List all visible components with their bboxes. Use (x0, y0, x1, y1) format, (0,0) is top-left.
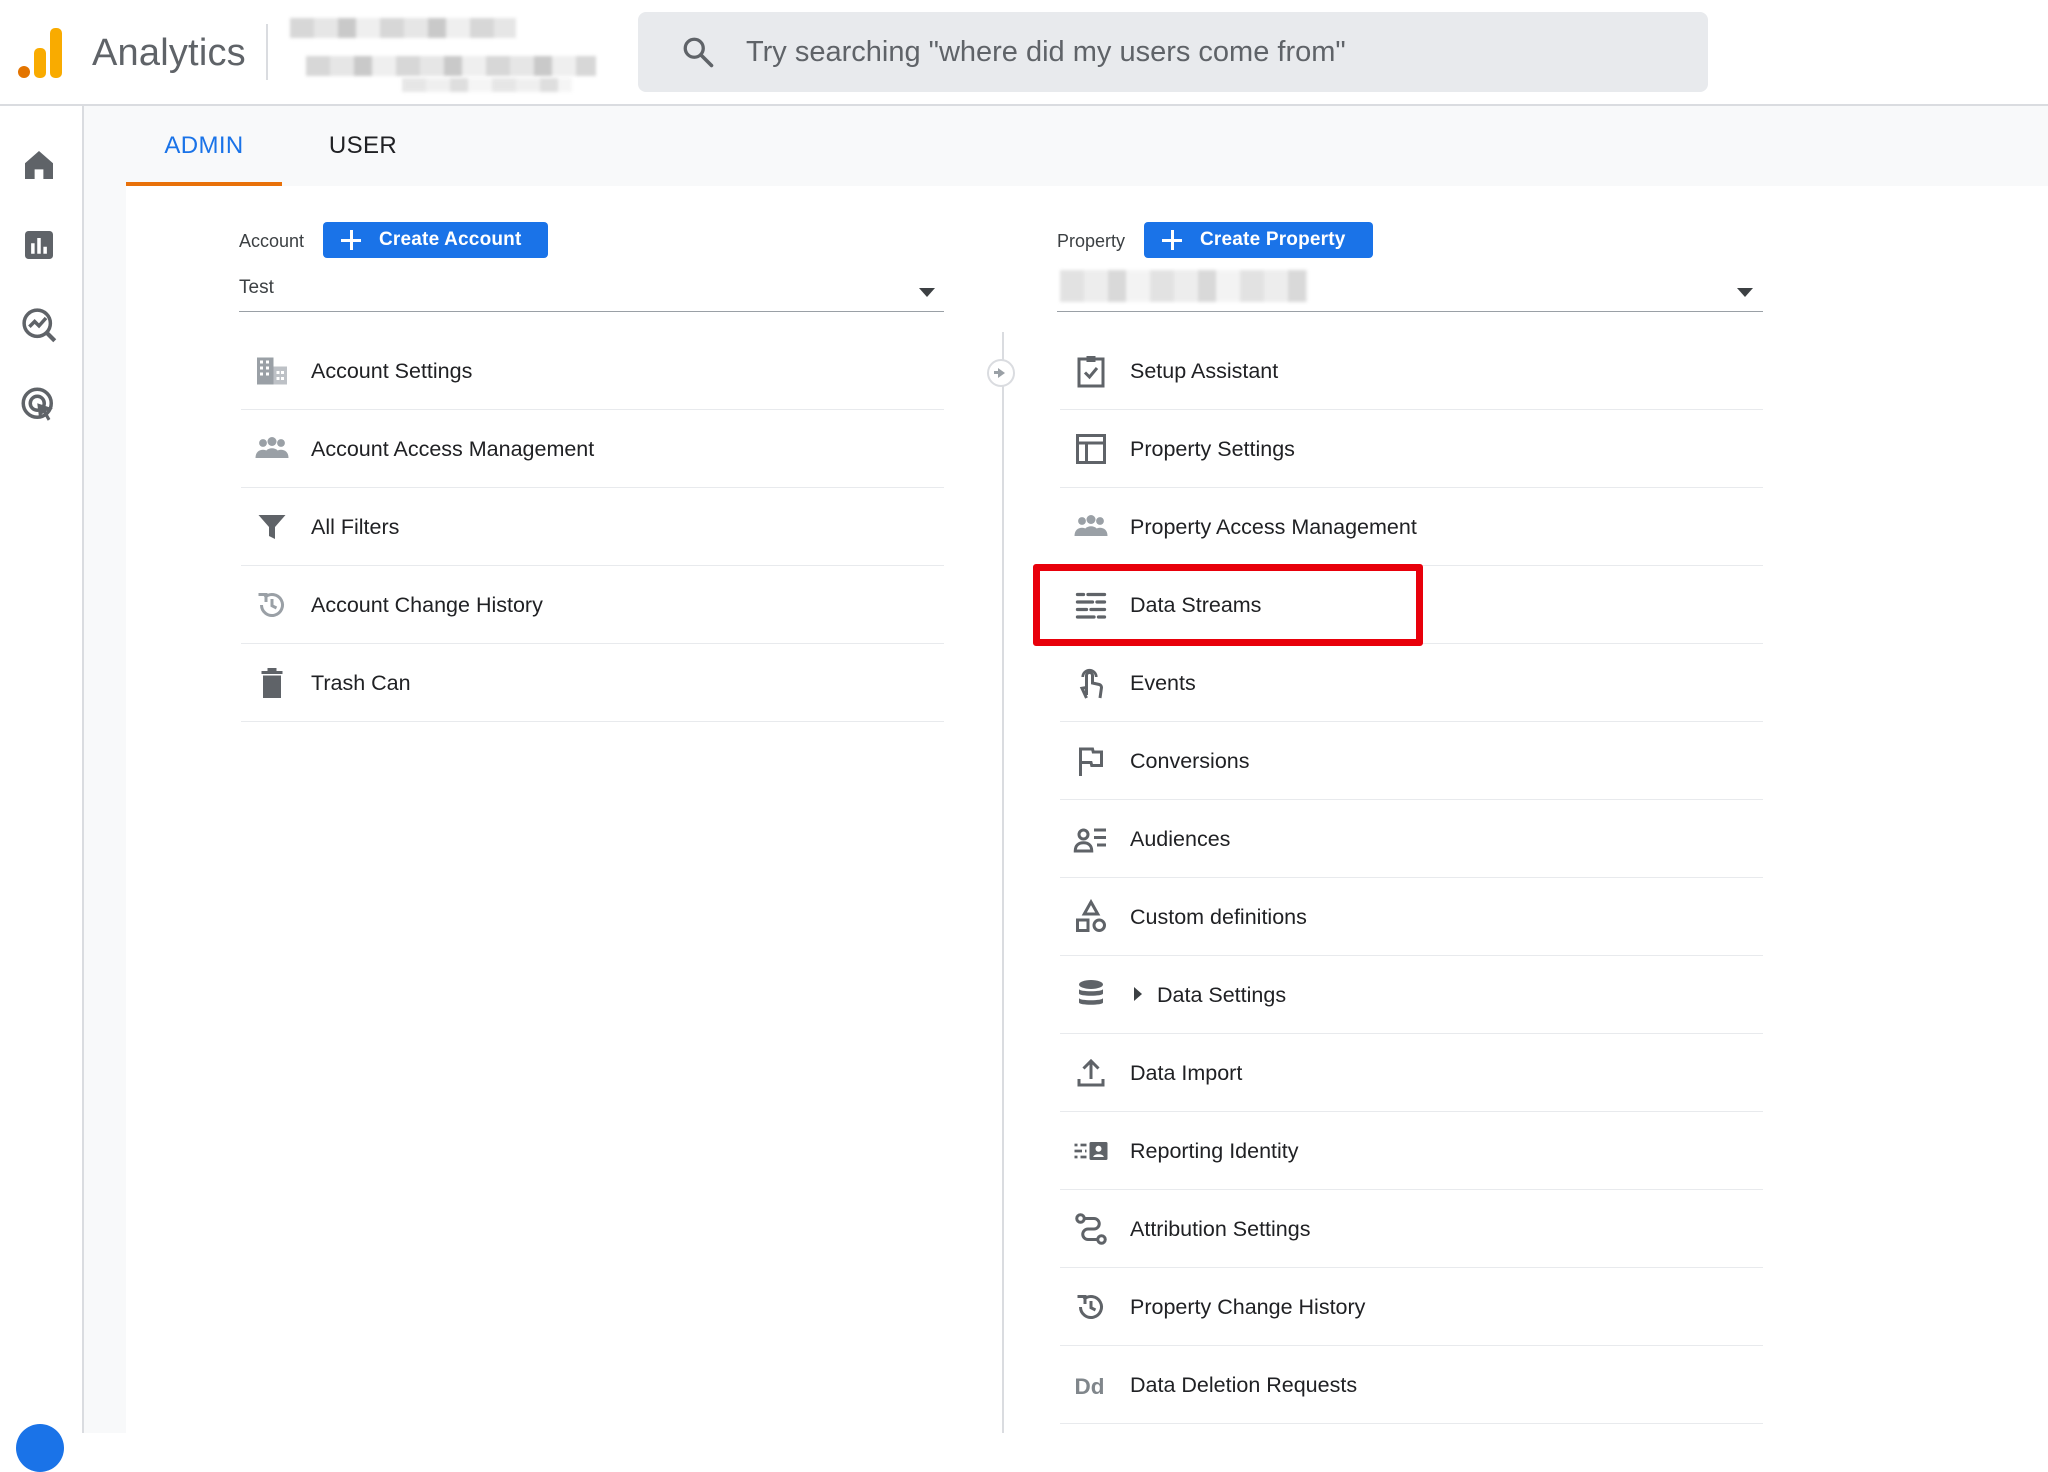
account-menu: Account Settings Account Access Manageme… (241, 332, 944, 722)
menu-item-label: Events (1130, 671, 1196, 695)
reports-icon[interactable] (18, 224, 60, 266)
expand-arrow-icon[interactable] (1134, 987, 1142, 1001)
property-menu-item-attribution-settings[interactable]: Attribution Settings (1060, 1190, 1763, 1268)
account-menu-item-settings[interactable]: Account Settings (241, 332, 944, 410)
dd-icon: Dd (1072, 1367, 1110, 1403)
home-icon[interactable] (18, 144, 60, 186)
account-menu-item-all-filters[interactable]: All Filters (241, 488, 944, 566)
redacted-text (402, 78, 572, 92)
menu-item-label: Custom definitions (1130, 905, 1307, 929)
people-icon (253, 431, 291, 467)
menu-item-label: Data Deletion Requests (1130, 1373, 1358, 1397)
tab-admin[interactable]: ADMIN (126, 106, 282, 186)
property-menu-item-access-management[interactable]: Property Access Management (1060, 488, 1763, 566)
top-bar: Analytics Try searching "where did my us… (0, 0, 2048, 106)
menu-item-label: Setup Assistant (1130, 359, 1279, 383)
create-account-button[interactable]: Create Account (323, 222, 548, 258)
account-menu-item-trash-can[interactable]: Trash Can (241, 644, 944, 722)
property-menu-item-audiences[interactable]: Audiences (1060, 800, 1763, 878)
search-icon (680, 34, 716, 70)
plus-icon (1162, 230, 1182, 250)
property-menu-item-data-deletion-requests[interactable]: Dd Data Deletion Requests (1060, 1346, 1763, 1424)
database-icon (1072, 977, 1110, 1013)
menu-item-label: Trash Can (311, 671, 411, 695)
account-menu-item-access-management[interactable]: Account Access Management (241, 410, 944, 488)
user-avatar[interactable] (16, 1424, 64, 1472)
property-menu: Setup Assistant Property Settings Proper… (1060, 332, 1763, 1424)
checklist-icon (1072, 353, 1110, 389)
left-nav-rail (0, 106, 84, 1472)
create-account-label: Create Account (379, 229, 522, 250)
property-menu-item-change-history[interactable]: Property Change History (1060, 1268, 1763, 1346)
content-gutter (84, 186, 126, 1433)
title-divider (266, 24, 268, 80)
layout-icon (1072, 431, 1110, 467)
chevron-down-icon (1737, 288, 1753, 297)
redacted-account-name[interactable] (290, 18, 516, 38)
history-icon (1072, 1289, 1110, 1325)
menu-item-label: Data Streams (1130, 593, 1262, 617)
property-menu-item-reporting-identity[interactable]: Reporting Identity (1060, 1112, 1763, 1190)
menu-item-label: Attribution Settings (1130, 1217, 1311, 1241)
property-menu-item-custom-definitions[interactable]: Custom definitions (1060, 878, 1763, 956)
redacted-property-name[interactable] (306, 56, 596, 76)
people-icon (1072, 509, 1110, 545)
history-icon (253, 587, 291, 623)
account-selector[interactable]: Test (239, 268, 944, 312)
building-icon (253, 353, 291, 389)
create-property-button[interactable]: Create Property (1144, 222, 1373, 258)
trash-icon (253, 665, 291, 701)
menu-item-label: Account Access Management (311, 437, 595, 461)
property-menu-item-data-settings[interactable]: Data Settings (1060, 956, 1763, 1034)
identity-icon (1072, 1133, 1110, 1169)
chevron-down-icon (919, 288, 935, 297)
tab-user[interactable]: USER (298, 106, 428, 186)
explore-icon[interactable] (18, 304, 60, 346)
menu-item-label: Property Change History (1130, 1295, 1366, 1319)
menu-item-label: Account Settings (311, 359, 473, 383)
property-menu-item-data-import[interactable]: Data Import (1060, 1034, 1763, 1112)
property-menu-item-events[interactable]: Events (1060, 644, 1763, 722)
search-bar[interactable]: Try searching "where did my users come f… (638, 12, 1708, 92)
property-column-label: Property (1057, 231, 1126, 251)
menu-item-label: Account Change History (311, 593, 543, 617)
account-selector-value: Test (239, 277, 274, 298)
upload-icon (1072, 1055, 1110, 1091)
menu-item-label: Property Access Management (1130, 515, 1417, 539)
analytics-logo[interactable] (16, 26, 64, 78)
shapes-icon (1072, 899, 1110, 935)
column-divider (1002, 332, 1004, 1433)
flag-icon (1072, 743, 1110, 779)
column-connector-icon (987, 359, 1015, 387)
audience-icon (1072, 821, 1110, 857)
menu-item-label: Data Settings (1157, 983, 1287, 1007)
menu-item-label: Conversions (1130, 749, 1250, 773)
filter-icon (253, 509, 291, 545)
property-menu-item-conversions[interactable]: Conversions (1060, 722, 1763, 800)
account-menu-item-change-history[interactable]: Account Change History (241, 566, 944, 644)
create-property-label: Create Property (1200, 229, 1346, 250)
property-menu-item-property-settings[interactable]: Property Settings (1060, 410, 1763, 488)
streams-icon (1072, 587, 1110, 623)
menu-item-label: Reporting Identity (1130, 1139, 1299, 1163)
menu-item-label: Audiences (1130, 827, 1231, 851)
menu-item-label: Data Import (1130, 1061, 1243, 1085)
search-placeholder[interactable]: Try searching "where did my users come f… (746, 34, 1346, 70)
svg-text:Dd: Dd (1075, 1374, 1105, 1399)
account-column-label: Account (239, 231, 305, 251)
menu-item-label: All Filters (311, 515, 400, 539)
property-menu-item-setup-assistant[interactable]: Setup Assistant (1060, 332, 1763, 410)
menu-item-label: Property Settings (1130, 437, 1295, 461)
attribution-icon (1072, 1211, 1110, 1247)
admin-tabs: ADMIN USER (84, 106, 2048, 186)
touch-icon (1072, 665, 1110, 701)
plus-icon (341, 230, 361, 250)
advertising-icon[interactable] (18, 384, 60, 426)
app-title: Analytics (92, 32, 246, 74)
redacted-property-value (1060, 270, 1308, 302)
property-menu-item-data-streams[interactable]: Data Streams (1060, 566, 1763, 644)
